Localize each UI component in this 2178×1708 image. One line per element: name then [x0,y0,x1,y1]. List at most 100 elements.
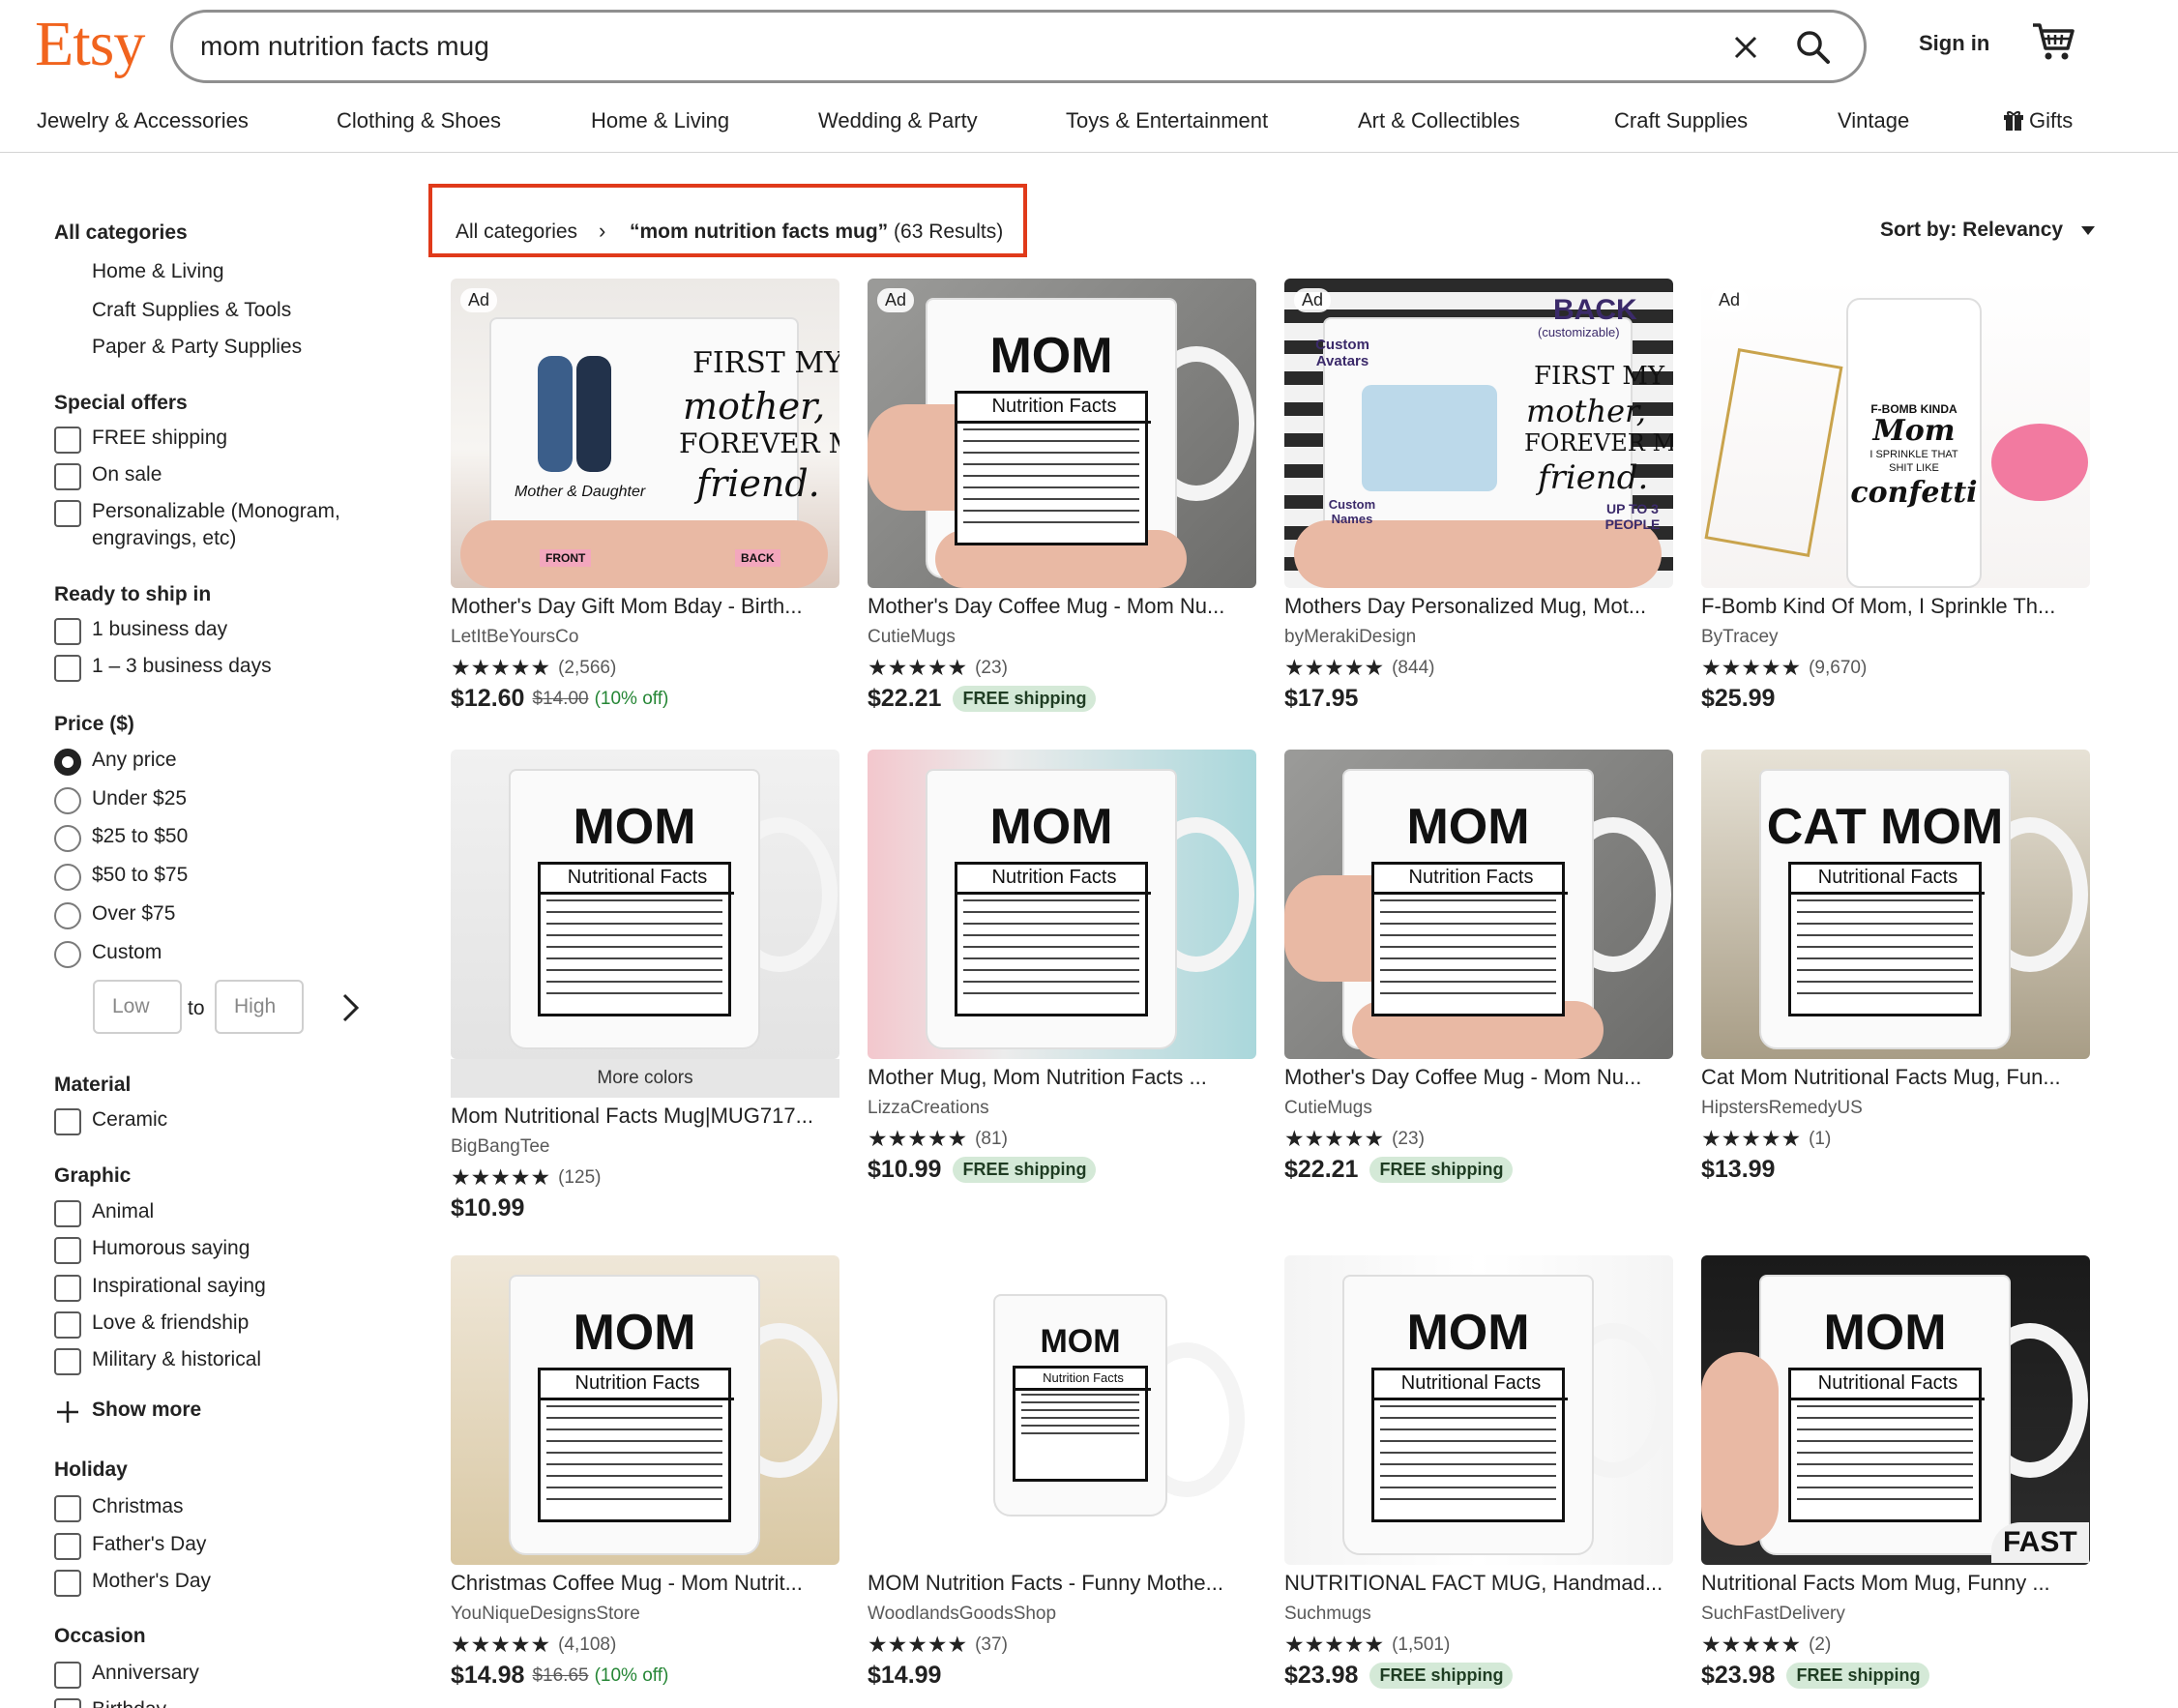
filter-mothers-day[interactable]: Mother's Day [54,1570,211,1597]
nav-craft-supplies[interactable]: Craft Supplies [1614,108,1748,133]
filter-military[interactable]: Military & historical [54,1348,261,1375]
nav-clothing[interactable]: Clothing & Shoes [337,108,501,133]
nav-wedding[interactable]: Wedding & Party [818,108,978,133]
filter-humorous[interactable]: Humorous saying [54,1237,250,1264]
breadcrumb-all-categories[interactable]: All categories [456,221,577,244]
price-over-75[interactable]: Over $75 [54,902,175,929]
shop-name[interactable]: WoodlandsGoodsShop [868,1604,1056,1625]
nav-gifts[interactable]: Gifts [2004,108,2073,133]
filter-christmas[interactable]: Christmas [54,1495,184,1522]
filter-personalizable[interactable]: Personalizable (Monogram, engravings, etc… [54,500,340,552]
checkbox[interactable] [54,1495,81,1522]
radio[interactable] [54,941,81,968]
listing-title[interactable]: NUTRITIONAL FACT MUG, Handmad... [1284,1571,1673,1596]
listing-image[interactable]: BACK (customizable) Custom Avatars FIRST MY… [1284,279,1673,588]
listing-image[interactable]: CAT MOM Nutritional Facts [1701,750,2090,1059]
checkbox[interactable] [54,427,81,454]
radio[interactable] [54,902,81,929]
listing-title[interactable]: Mother Mug, Mom Nutrition Facts ... [868,1065,1256,1090]
radio[interactable] [54,787,81,814]
checkbox[interactable] [54,463,81,490]
listing-card[interactable]: MOM Nutrition Facts Mother's Day Coffee Mu… [1284,750,1673,1183]
listing-image[interactable]: MOM Nutrition Facts [868,1255,1256,1565]
radio[interactable] [54,749,81,776]
price-high-input[interactable]: High [215,980,304,1034]
shop-name[interactable]: CutieMugs [1284,1098,1372,1119]
checkbox[interactable] [54,1348,81,1375]
category-craft-supplies[interactable]: Craft Supplies & Tools [92,299,291,322]
listing-card[interactable]: MOM Nutritional Facts FAST Nutritional Fact… [1701,1255,2090,1689]
checkbox[interactable] [54,1200,81,1227]
listing-card[interactable]: MOM Nutritional Facts NUTRITIONAL FACT MUG… [1284,1255,1673,1689]
listing-image[interactable]: MOM Nutrition Facts Ad [868,279,1256,588]
radio[interactable] [54,864,81,891]
checkbox[interactable] [54,655,81,682]
checkbox[interactable] [54,500,81,527]
price-custom[interactable]: Custom [54,941,162,968]
listing-image[interactable]: MOM Nutrition Facts [868,750,1256,1059]
listing-title[interactable]: MOM Nutrition Facts - Funny Mothe... [868,1571,1256,1596]
show-more-button[interactable]: Show more [54,1399,201,1426]
all-categories-link[interactable]: All categories [54,221,188,245]
filter-on-sale[interactable]: On sale [54,463,162,490]
checkbox[interactable] [54,1311,81,1339]
shop-name[interactable]: SuchFastDelivery [1701,1604,1845,1625]
listing-title[interactable]: Cat Mom Nutritional Facts Mug, Fun... [1701,1065,2090,1090]
shop-name[interactable]: YouNiqueDesignsStore [451,1604,640,1625]
listing-card[interactable]: MOM Nutrition Facts Christmas Coffee Mug -… [451,1255,839,1689]
listing-title[interactable]: Christmas Coffee Mug - Mom Nutrit... [451,1571,839,1596]
filter-1-3-business-days[interactable]: 1 – 3 business days [54,655,272,682]
checkbox[interactable] [54,1570,81,1597]
shop-name[interactable]: ByTracey [1701,627,1779,648]
listing-title[interactable]: Mother's Day Coffee Mug - Mom Nu... [868,594,1256,619]
etsy-logo[interactable]: Etsy [35,8,145,81]
filter-1-business-day[interactable]: 1 business day [54,618,227,645]
listing-card[interactable]: MOM Nutrition Facts Ad Mother's Day Coffee … [868,279,1256,712]
checkbox[interactable] [54,618,81,645]
filter-ceramic[interactable]: Ceramic [54,1108,167,1135]
price-any[interactable]: Any price [54,749,177,776]
listing-card[interactable]: CAT MOM Nutritional Facts Cat Mom Nutritio… [1701,750,2090,1183]
checkbox[interactable] [54,1108,81,1135]
listing-image[interactable]: MOM Nutritional Facts [451,750,839,1059]
price-submit-icon[interactable] [340,992,362,1028]
clear-search-icon[interactable] [1724,26,1767,69]
category-paper-party[interactable]: Paper & Party Supplies [92,336,302,359]
shop-name[interactable]: HipstersRemedyUS [1701,1098,1863,1119]
checkbox[interactable] [54,1237,81,1264]
category-home-living[interactable]: Home & Living [92,260,224,283]
checkbox[interactable] [54,1662,81,1689]
listing-image[interactable]: MOM Nutritional Facts FAST [1701,1255,2090,1565]
nav-art[interactable]: Art & Collectibles [1358,108,1520,133]
listing-card[interactable]: MOM Nutritional Facts More colors Mom Nutri… [451,750,839,1222]
price-under-25[interactable]: Under $25 [54,787,187,814]
price-low-input[interactable]: Low [93,980,182,1034]
nav-home-living[interactable]: Home & Living [591,108,729,133]
listing-image[interactable]: MOM Nutrition Facts [451,1255,839,1565]
search-icon[interactable] [1790,24,1837,71]
nav-toys[interactable]: Toys & Entertainment [1066,108,1268,133]
more-colors-label[interactable]: More colors [451,1059,839,1098]
listing-title[interactable]: F-Bomb Kind Of Mom, I Sprinkle Th... [1701,594,2090,619]
cart-icon[interactable] [2031,19,2075,64]
checkbox[interactable] [54,1533,81,1560]
listing-card[interactable]: BACK (customizable) Custom Avatars FIRST MY… [1284,279,1673,712]
sort-dropdown[interactable]: Sort by: Relevancy [1880,219,2096,242]
nav-vintage[interactable]: Vintage [1838,108,1909,133]
listing-card[interactable]: F-BOMB KINDA Mom I SPRINKLE THAT SHIT LIKE c… [1701,279,2090,712]
filter-animal[interactable]: Animal [54,1200,154,1227]
shop-name[interactable]: BigBangTee [451,1136,549,1158]
sign-in-link[interactable]: Sign in [1919,31,1989,56]
nav-jewelry[interactable]: Jewelry & Accessories [37,108,249,133]
listing-image[interactable]: F-BOMB KINDA Mom I SPRINKLE THAT SHIT LIKE c… [1701,279,2090,588]
filter-inspirational[interactable]: Inspirational saying [54,1275,266,1302]
listing-image[interactable]: FIRST MY mother,FOREVER MYfriend. Mother &… [451,279,839,588]
listing-image[interactable]: MOM Nutritional Facts [1284,1255,1673,1565]
search-input[interactable] [200,24,1651,69]
filter-love[interactable]: Love & friendship [54,1311,249,1339]
shop-name[interactable]: byMerakiDesign [1284,627,1416,648]
checkbox[interactable] [54,1698,81,1708]
price-50-75[interactable]: $50 to $75 [54,864,188,891]
shop-name[interactable]: LetItBeYoursCo [451,627,578,648]
listing-title[interactable]: Mother's Day Coffee Mug - Mom Nu... [1284,1065,1673,1090]
